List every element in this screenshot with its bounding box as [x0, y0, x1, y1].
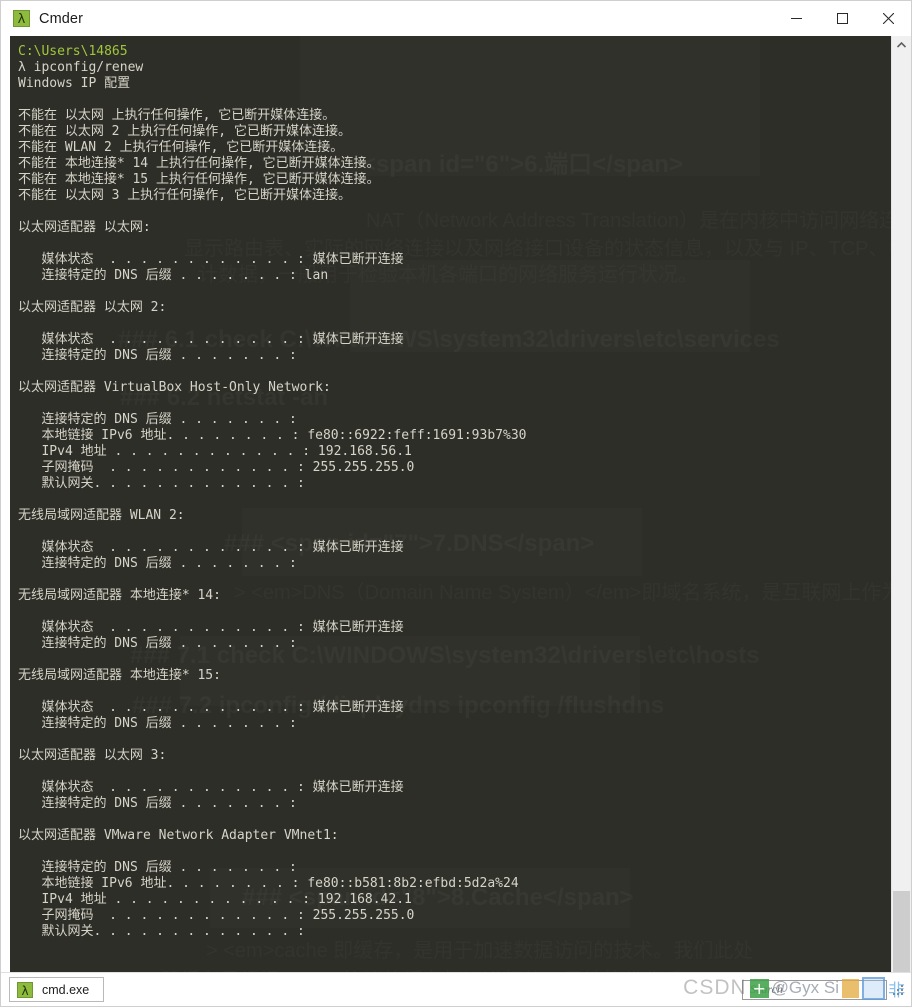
window-title: Cmder: [39, 10, 84, 27]
terminal-pane[interactable]: <span id="6">6.端口</span> NAT（Network Add…: [10, 36, 891, 972]
resize-grip-icon: [893, 984, 903, 995]
scroll-up-button[interactable]: [892, 36, 911, 54]
terminal-output: C:\Users\14865 λ ipconfig/renew Windows …: [10, 36, 891, 940]
bleed-line: 器缓存是根据 HTTP 协议的缓存标识进行的，是性能优化手: [160, 964, 683, 972]
maximize-icon: [836, 13, 848, 24]
command-line: ipconfig/renew: [33, 60, 144, 75]
title-bar-left: λ Cmder: [1, 10, 83, 27]
window-body: <span id="6">6.端口</span> NAT（Network Add…: [1, 36, 911, 983]
tab-label: cmd.exe: [42, 982, 90, 997]
minimize-button[interactable]: [773, 1, 819, 36]
scrollbar-thumb[interactable]: [893, 891, 910, 983]
chevron-up-icon: [897, 42, 906, 48]
close-button[interactable]: [865, 1, 911, 36]
lambda-icon: λ: [17, 981, 33, 998]
close-icon: [882, 13, 894, 24]
status-bar-right: [742, 979, 905, 1000]
vertical-scrollbar[interactable]: [891, 36, 911, 983]
minimize-icon: [790, 18, 802, 19]
command-output: Windows IP 配置 不能在 以太网 上执行任何操作, 它已断开媒体连接。…: [18, 76, 527, 939]
search-box[interactable]: [742, 979, 887, 1000]
prompt-path: C:\Users\14865: [18, 44, 128, 59]
search-input[interactable]: [748, 981, 881, 998]
resize-grip[interactable]: [891, 983, 905, 997]
window-controls: [773, 1, 911, 36]
cmder-window: λ Cmder <span id="6">6.端口</span> ### 6.1…: [0, 0, 912, 1007]
lambda-icon: λ: [13, 10, 30, 27]
prompt-symbol: λ: [18, 60, 26, 75]
title-bar[interactable]: λ Cmder: [1, 1, 911, 36]
maximize-button[interactable]: [819, 1, 865, 36]
tab-cmd-exe[interactable]: λ cmd.exe: [9, 977, 105, 1002]
status-bar: λ cmd.exe: [1, 972, 911, 1006]
